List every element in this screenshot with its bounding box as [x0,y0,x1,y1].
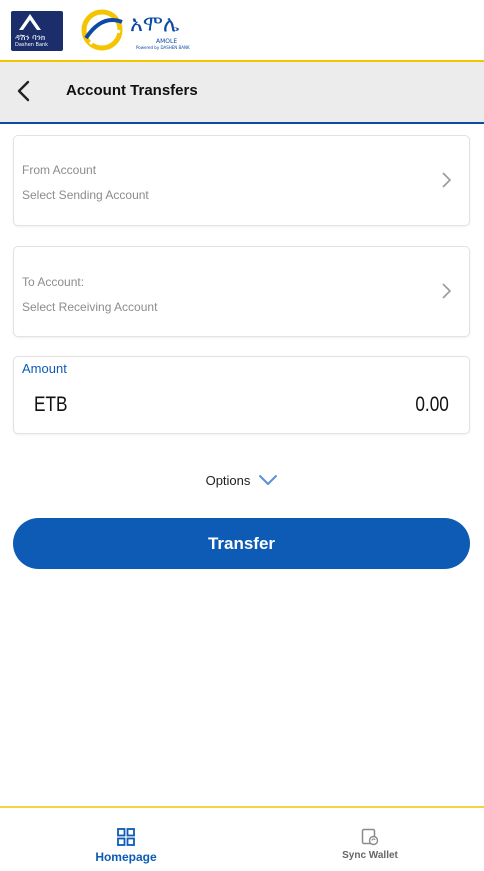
bottom-nav: Homepage Sync Wallet [0,808,484,871]
amole-powered-label: Powered by DASHEN BANK [136,45,190,50]
amount-input[interactable]: 0.00 [415,393,449,417]
from-account-placeholder: Select Sending Account [22,188,149,202]
page-title: Account Transfers [66,82,198,99]
options-label: Options [205,472,251,488]
app-bar: Account Transfers [0,62,484,124]
amole-sub-label: AMOLE [156,38,178,45]
nav-label-sync-wallet: Sync Wallet [342,850,398,861]
amole-swoosh-icon [81,9,123,51]
amole-wordmark: አሞሌ [130,12,180,37]
nav-item-sync-wallet[interactable]: Sync Wallet [310,828,430,861]
transfer-button[interactable]: Transfer [13,518,470,569]
chevron-down-icon [259,475,278,485]
amole-logo: አሞሌ AMOLE Powered by DASHEN BANK [80,8,210,52]
amount-field[interactable]: Amount ETB 0.00 [13,356,470,434]
from-account-selector[interactable]: From Account Select Sending Account [13,135,470,226]
bank-name-english: Dashen Bank [15,42,49,48]
chevron-left-icon [17,80,30,102]
options-toggle[interactable]: Options [0,468,484,492]
chevron-right-icon [442,283,452,304]
brand-bar: ዳሽን ባንክ Dashen Bank አሞሌ AMOLE Powered by… [0,0,484,58]
wallet-sync-icon [361,828,379,846]
nav-item-homepage[interactable]: Homepage [66,828,186,864]
nav-label-homepage: Homepage [95,850,157,864]
to-account-label: To Account: [22,275,85,289]
from-account-label: From Account [22,163,97,177]
currency-code: ETB [34,393,68,416]
grid-icon [117,828,135,846]
back-button[interactable] [8,74,38,108]
amount-label: Amount [22,361,67,376]
to-account-selector[interactable]: To Account: Select Receiving Account [13,246,470,337]
to-account-placeholder: Select Receiving Account [22,300,158,314]
chevron-right-icon [442,172,452,193]
dashen-bank-logo: ዳሽን ባንክ Dashen Bank [11,11,63,51]
